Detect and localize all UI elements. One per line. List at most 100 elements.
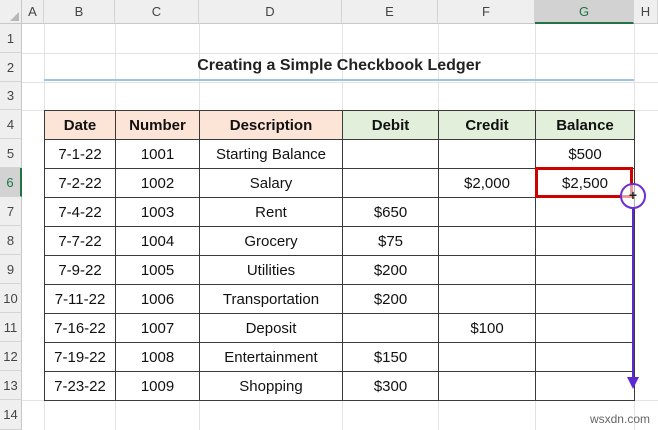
cell-debit[interactable]: $200 (342, 284, 439, 314)
title-underline (44, 79, 634, 81)
cell-date[interactable]: 7-19-22 (44, 342, 116, 372)
cell-debit[interactable]: $75 (342, 226, 439, 256)
row-header-6[interactable]: 6 (0, 168, 22, 197)
cell-balance[interactable] (535, 313, 635, 343)
row-header-14[interactable]: 14 (0, 400, 22, 430)
row-header-10[interactable]: 10 (0, 284, 22, 313)
cell-description[interactable]: Transportation (199, 284, 343, 314)
table-row: 7-11-22 1006 Transportation $200 (44, 284, 635, 314)
cell-number[interactable]: 1009 (115, 371, 200, 401)
cell-balance[interactable] (535, 255, 635, 285)
cell-number[interactable]: 1002 (115, 168, 200, 198)
fill-handle-cursor-icon[interactable]: + (620, 183, 646, 209)
cell-date[interactable]: 7-1-22 (44, 139, 116, 169)
header-debit[interactable]: Debit (342, 110, 439, 140)
row-header-2[interactable]: 2 (0, 53, 22, 82)
row-header-7[interactable]: 7 (0, 197, 22, 226)
table-row: 7-1-22 1001 Starting Balance $500 (44, 139, 635, 169)
cell-description[interactable]: Rent (199, 197, 343, 227)
cell-date[interactable]: 7-16-22 (44, 313, 116, 343)
cell-credit[interactable]: $100 (438, 313, 536, 343)
cell-debit[interactable]: $300 (342, 371, 439, 401)
cell-number[interactable]: 1001 (115, 139, 200, 169)
table-row: 7-16-22 1007 Deposit $100 (44, 313, 635, 343)
row-header-4[interactable]: 4 (0, 110, 22, 139)
header-date[interactable]: Date (44, 110, 116, 140)
cell-debit[interactable]: $650 (342, 197, 439, 227)
column-header-b[interactable]: B (44, 0, 115, 24)
drag-arrow-head-icon (627, 377, 639, 389)
gridline (22, 82, 658, 83)
cell-description[interactable]: Shopping (199, 371, 343, 401)
column-header-c[interactable]: C (115, 0, 199, 24)
cell-credit[interactable] (438, 255, 536, 285)
sheet-title[interactable]: Creating a Simple Checkbook Ledger (44, 54, 634, 78)
cell-debit[interactable] (342, 168, 439, 198)
column-header-a[interactable]: A (22, 0, 44, 24)
cell-number[interactable]: 1008 (115, 342, 200, 372)
cell-balance[interactable] (535, 371, 635, 401)
cell-date[interactable]: 7-7-22 (44, 226, 116, 256)
cell-description[interactable]: Entertainment (199, 342, 343, 372)
select-all-corner[interactable] (0, 0, 22, 24)
cell-balance[interactable] (535, 226, 635, 256)
table-row: 7-7-22 1004 Grocery $75 (44, 226, 635, 256)
cell-number[interactable]: 1006 (115, 284, 200, 314)
column-header-g[interactable]: G (535, 0, 634, 24)
cell-balance[interactable] (535, 197, 635, 227)
header-description[interactable]: Description (199, 110, 343, 140)
cell-description[interactable]: Salary (199, 168, 343, 198)
row-header-8[interactable]: 8 (0, 226, 22, 255)
cell-credit[interactable] (438, 284, 536, 314)
cell-debit[interactable] (342, 139, 439, 169)
cell-balance[interactable] (535, 342, 635, 372)
cell-description[interactable]: Utilities (199, 255, 343, 285)
table-row: 7-19-22 1008 Entertainment $150 (44, 342, 635, 372)
table-row: 7-9-22 1005 Utilities $200 (44, 255, 635, 285)
row-header-5[interactable]: 5 (0, 139, 22, 168)
active-cell-highlight (535, 167, 633, 198)
row-header-13[interactable]: 13 (0, 371, 22, 400)
table-row: 7-4-22 1003 Rent $650 (44, 197, 635, 227)
drag-arrow-line (632, 209, 634, 379)
cell-number[interactable]: 1007 (115, 313, 200, 343)
cell-credit[interactable] (438, 342, 536, 372)
cell-balance[interactable]: $500 (535, 139, 635, 169)
watermark: wsxdn.com (589, 412, 650, 426)
cell-debit[interactable]: $150 (342, 342, 439, 372)
cell-debit[interactable] (342, 313, 439, 343)
cell-date[interactable]: 7-2-22 (44, 168, 116, 198)
table-row: 7-23-22 1009 Shopping $300 (44, 371, 635, 401)
ledger-table: Date Number Description Debit Credit Bal… (44, 110, 635, 401)
cell-description[interactable]: Deposit (199, 313, 343, 343)
cell-date[interactable]: 7-4-22 (44, 197, 116, 227)
row-header-1[interactable]: 1 (0, 24, 22, 53)
row-header-11[interactable]: 11 (0, 313, 22, 342)
cell-credit[interactable]: $2,000 (438, 168, 536, 198)
cell-date[interactable]: 7-9-22 (44, 255, 116, 285)
cell-debit[interactable]: $200 (342, 255, 439, 285)
header-credit[interactable]: Credit (438, 110, 536, 140)
cell-description[interactable]: Grocery (199, 226, 343, 256)
table-header-row: Date Number Description Debit Credit Bal… (44, 110, 635, 140)
row-header-9[interactable]: 9 (0, 255, 22, 284)
cell-credit[interactable] (438, 197, 536, 227)
header-number[interactable]: Number (115, 110, 200, 140)
cell-credit[interactable] (438, 139, 536, 169)
cell-balance[interactable] (535, 284, 635, 314)
cell-credit[interactable] (438, 226, 536, 256)
cell-date[interactable]: 7-23-22 (44, 371, 116, 401)
cell-number[interactable]: 1003 (115, 197, 200, 227)
cell-description[interactable]: Starting Balance (199, 139, 343, 169)
column-header-e[interactable]: E (342, 0, 438, 24)
column-header-h[interactable]: H (634, 0, 658, 24)
row-header-3[interactable]: 3 (0, 82, 22, 110)
cell-credit[interactable] (438, 371, 536, 401)
column-header-f[interactable]: F (438, 0, 535, 24)
column-header-d[interactable]: D (199, 0, 342, 24)
cell-number[interactable]: 1004 (115, 226, 200, 256)
cell-number[interactable]: 1005 (115, 255, 200, 285)
cell-date[interactable]: 7-11-22 (44, 284, 116, 314)
header-balance[interactable]: Balance (535, 110, 635, 140)
row-header-12[interactable]: 12 (0, 342, 22, 371)
